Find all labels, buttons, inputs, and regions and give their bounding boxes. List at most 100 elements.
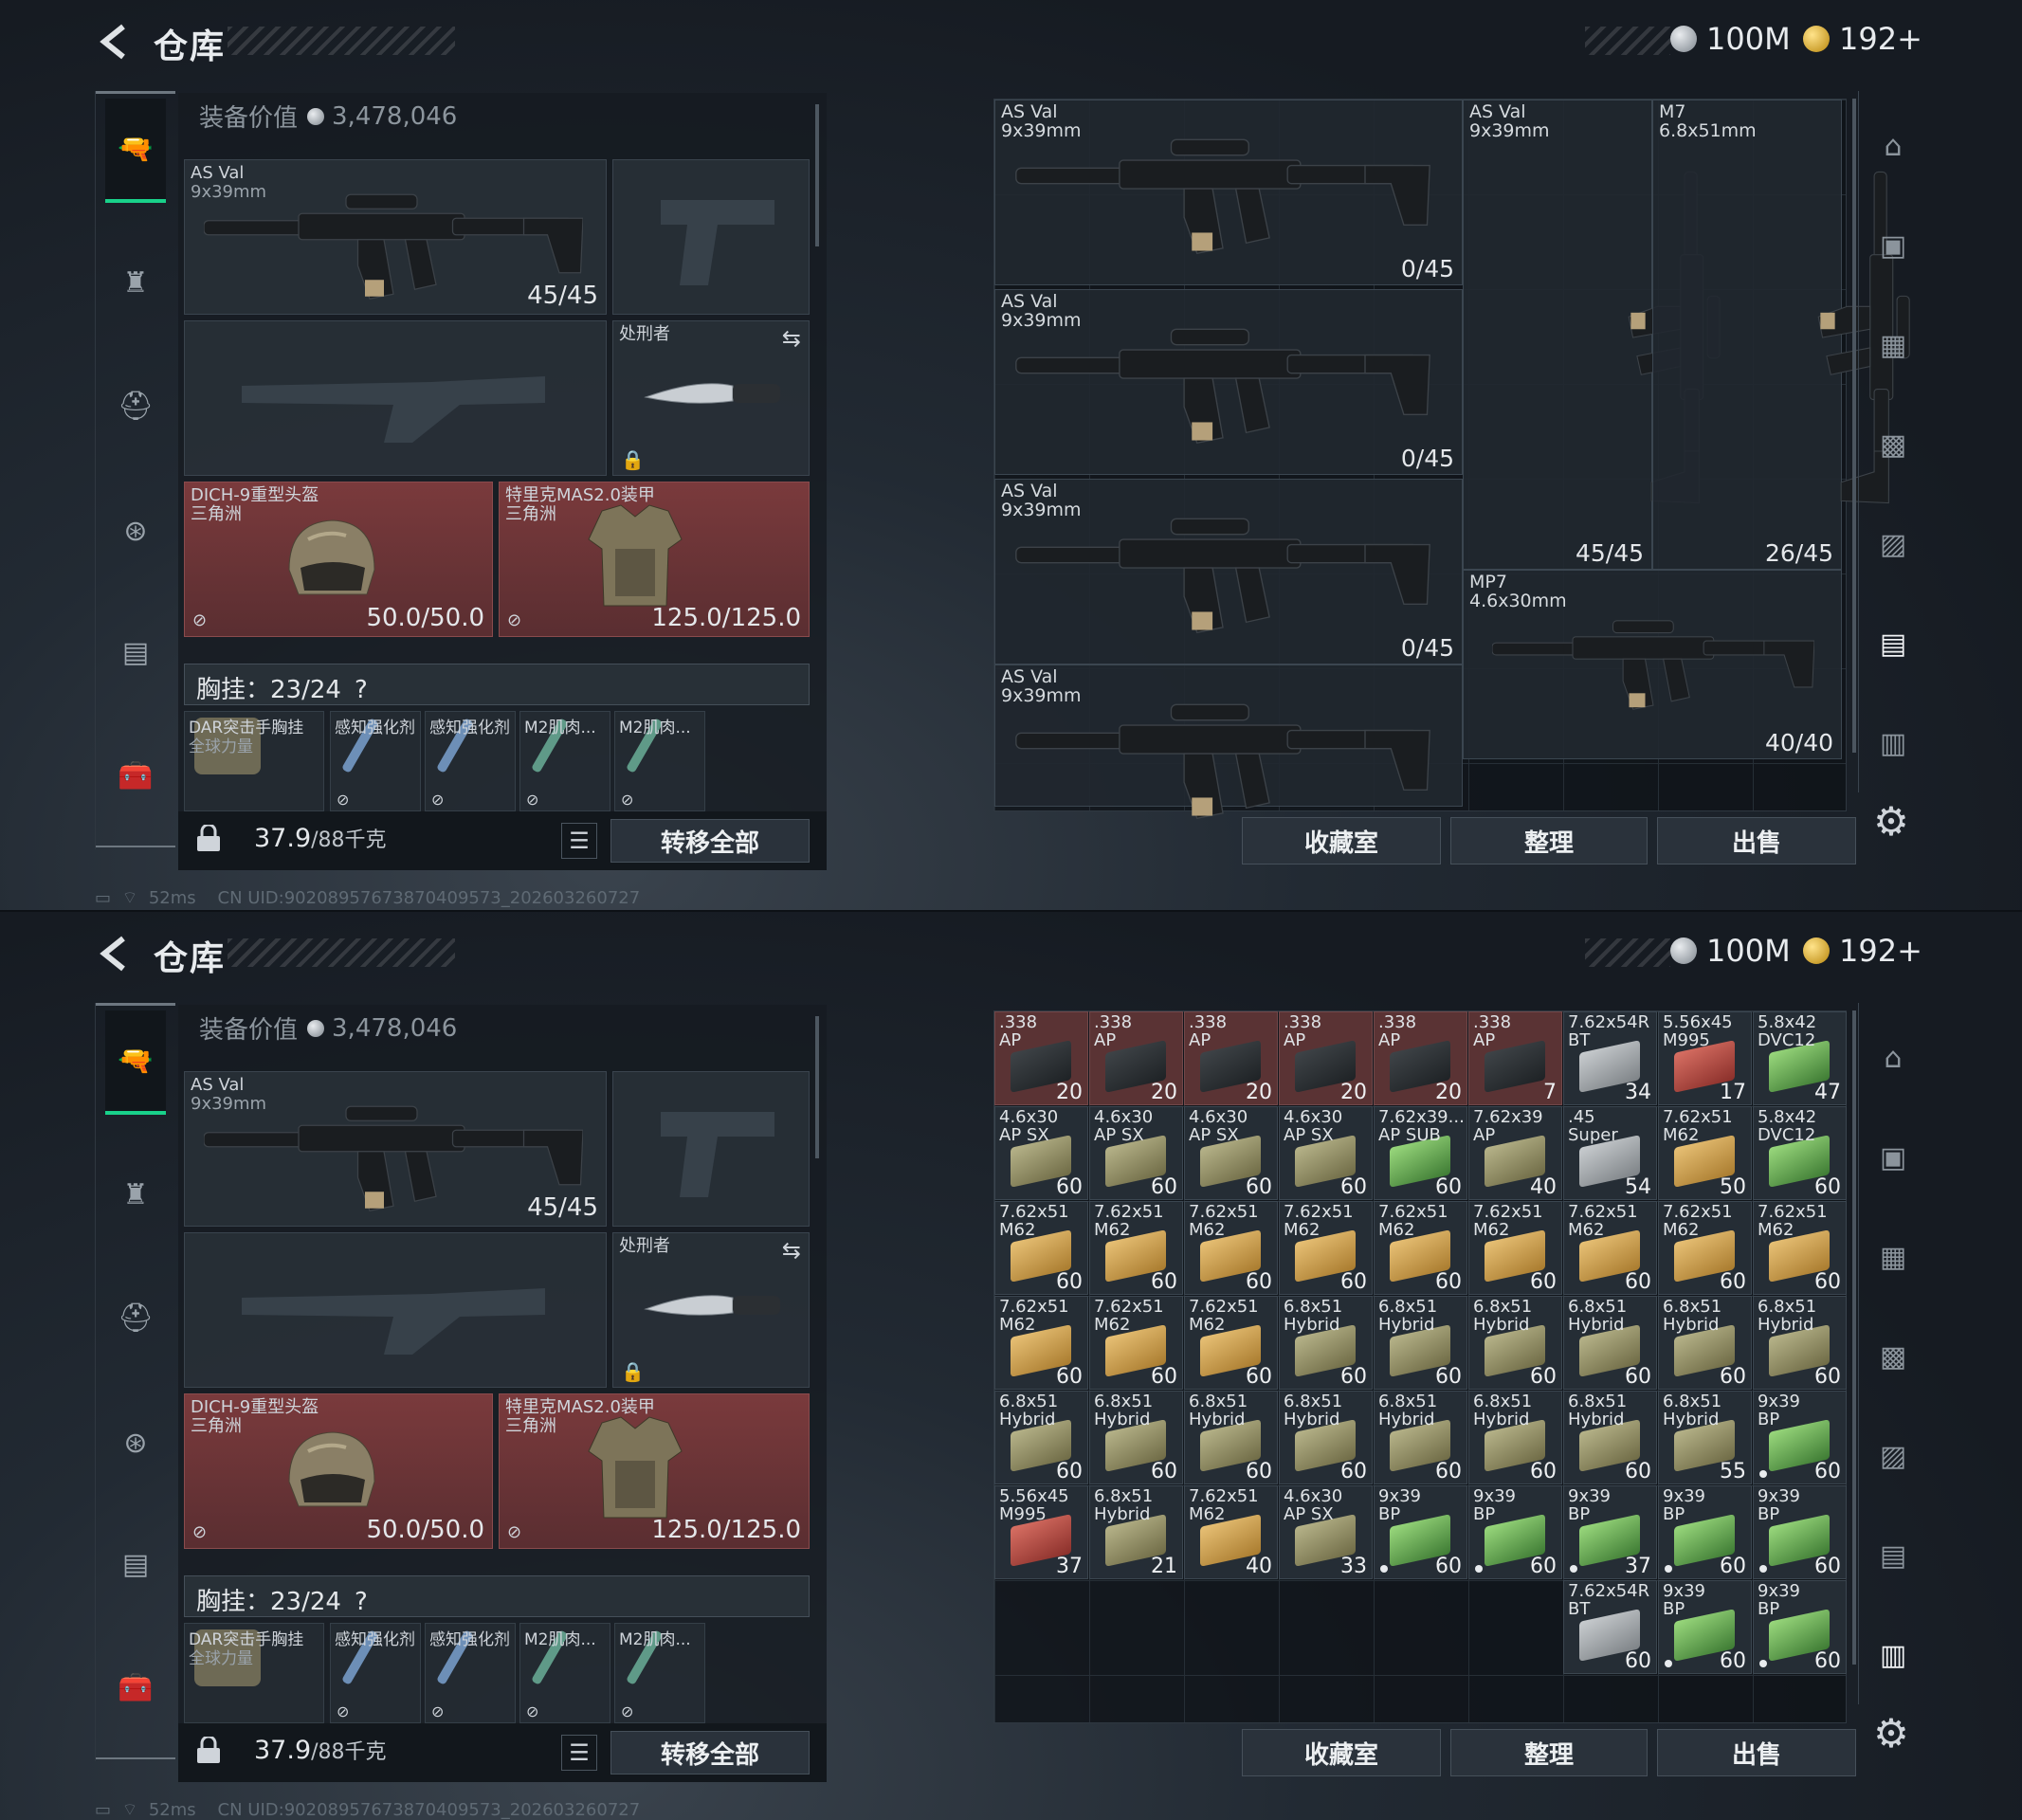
ammo-stack[interactable]: 7.62x51 M62 60 — [1184, 1296, 1278, 1390]
back-button[interactable] — [95, 933, 133, 974]
stash-tab[interactable]: ▤ — [1867, 1529, 1920, 1582]
stash-weapon[interactable]: AS Val 9x39mm 0/45 — [994, 289, 1463, 475]
ammo-stack[interactable]: 6.8x51 Hybrid 60 — [1089, 1391, 1183, 1484]
sidebar-tab-weapon[interactable]: 🔫 — [105, 1010, 166, 1115]
secondary-weapon-slot-empty[interactable] — [184, 1232, 607, 1388]
ammo-stack[interactable]: 7.62x51 M62 50 — [1658, 1106, 1752, 1200]
chest-rig-item[interactable]: 感知强化剂 ⊘ — [330, 711, 421, 811]
sidebar-tab-tactical-vest[interactable]: ♜ — [105, 252, 166, 313]
sidebar-tab-helmet-tab[interactable]: ⛑ — [105, 1287, 166, 1348]
armor-slot[interactable]: 特里克MAS2.0装甲 三角洲 ⊘ 125.0/125.0 — [499, 1393, 810, 1549]
chest-rig-item[interactable]: DAR突击手胸挂 全球力量 — [184, 711, 324, 811]
chest-rig-item[interactable]: M2肌肉... ⊘ — [614, 1623, 705, 1723]
settings-gear-icon[interactable]: ⚙ — [1867, 1710, 1915, 1757]
ammo-stack[interactable]: 5.8x42 DVC12 60 — [1753, 1106, 1847, 1200]
ammo-stack[interactable]: 6.8x51 Hybrid 60 — [1374, 1391, 1467, 1484]
gold-currency[interactable]: 192+ — [1803, 933, 1922, 969]
scrollbar[interactable] — [815, 1016, 819, 1158]
ammo-stack[interactable]: 7.62x39 AP 40 — [1468, 1106, 1562, 1200]
stash-tab[interactable]: ▤ — [1867, 617, 1920, 670]
ammo-stack[interactable]: 7.62x54R BT 60 — [1563, 1580, 1657, 1674]
ammo-stack[interactable]: 5.56x45 M995 37 — [994, 1485, 1088, 1579]
ammo-stack[interactable]: 9x39 BP 60 — [1658, 1485, 1752, 1579]
ammo-stack[interactable]: 9x39 BP 60 — [1753, 1580, 1847, 1674]
scrollbar[interactable] — [815, 104, 819, 246]
swap-icon[interactable]: ⇆ — [782, 1237, 801, 1264]
sidebar-tab-tactical-vest[interactable]: ♜ — [105, 1164, 166, 1225]
ammo-stack[interactable]: 9x39 BP 60 — [1753, 1391, 1847, 1484]
stash-weapon[interactable]: AS Val 9x39mm 45/45 — [1463, 100, 1721, 570]
sidebar-tab-backpack[interactable]: ⊛ — [105, 500, 166, 561]
ammo-stack[interactable]: 4.6x30 AP SX 60 — [1279, 1106, 1373, 1200]
stash-tab[interactable]: ▦ — [1867, 318, 1920, 372]
stash-tab[interactable]: ▩ — [1867, 418, 1920, 471]
ammo-stack[interactable]: 5.8x42 DVC12 47 — [1753, 1011, 1847, 1105]
chest-rig-item[interactable]: 感知强化剂 ⊘ — [330, 1623, 421, 1723]
help-icon[interactable]: ? — [355, 676, 368, 704]
ammo-stack[interactable]: 6.8x51 Hybrid 60 — [1468, 1296, 1562, 1390]
ammo-stack[interactable]: 7.62x51 M62 60 — [1089, 1201, 1183, 1295]
list-view-button[interactable]: ☰ — [561, 1735, 597, 1771]
stash-weapon[interactable]: AS Val 9x39mm 0/45 — [994, 100, 1463, 285]
silver-currency[interactable]: 100M — [1670, 933, 1791, 969]
ammo-stack[interactable]: 7.62x39... AP SUB 60 — [1374, 1106, 1467, 1200]
sidebar-tab-backpack[interactable]: ⊛ — [105, 1412, 166, 1473]
secondary-weapon-slot-empty[interactable] — [184, 320, 607, 476]
ammo-stack[interactable]: 6.8x51 Hybrid 60 — [1658, 1296, 1752, 1390]
transfer-all-button[interactable]: 转移全部 — [610, 1731, 810, 1774]
sidebar-tab-helmet-tab[interactable]: ⛑ — [105, 375, 166, 436]
melee-slot[interactable]: 处刑者 ⇆ 🔒 — [612, 320, 810, 476]
ammo-stack[interactable]: 9x39 BP 60 — [1468, 1485, 1562, 1579]
ammo-stack[interactable]: 7.62x51 M62 60 — [1184, 1201, 1278, 1295]
ammo-stack[interactable]: 6.8x51 Hybrid 60 — [1279, 1296, 1373, 1390]
stash-tab[interactable]: ▥ — [1867, 1629, 1920, 1682]
ammo-stack[interactable]: 7.62x51 M62 60 — [994, 1296, 1088, 1390]
stash-scrollbar[interactable] — [1852, 1010, 1856, 1665]
ammo-stack[interactable]: 7.62x51 M62 60 — [1089, 1296, 1183, 1390]
helmet-slot[interactable]: DICH-9重型头盔 三角洲 ⊘ 50.0/50.0 — [184, 482, 493, 637]
primary-weapon-slot[interactable]: AS Val 9x39mm 45/45 — [184, 159, 607, 315]
ammo-stack[interactable]: 6.8x51 Hybrid 21 — [1089, 1485, 1183, 1579]
ammo-stack[interactable]: .45 Super 54 — [1563, 1106, 1657, 1200]
ammo-stack[interactable]: .338 AP 20 — [1374, 1011, 1467, 1105]
stash-tab[interactable]: ▩ — [1867, 1330, 1920, 1383]
stash-scrollbar[interactable] — [1852, 99, 1856, 753]
ammo-stack[interactable]: 7.62x54R BT 34 — [1563, 1011, 1657, 1105]
ammo-stack[interactable]: 6.8x51 Hybrid 60 — [1563, 1391, 1657, 1484]
ammo-stack[interactable]: 6.8x51 Hybrid 60 — [994, 1391, 1088, 1484]
ammo-stack[interactable]: 9x39 BP 60 — [1374, 1485, 1467, 1579]
ammo-stack[interactable]: 6.8x51 Hybrid 60 — [1184, 1391, 1278, 1484]
chest-rig-item[interactable]: DAR突击手胸挂 全球力量 — [184, 1623, 324, 1723]
stash-weapon[interactable]: MP7 4.6x30mm 40/40 — [1463, 570, 1842, 759]
ammo-stack[interactable]: 4.6x30 AP SX 60 — [1089, 1106, 1183, 1200]
sidebar-tab-toolbox[interactable]: 🧰 — [105, 745, 166, 806]
swap-icon[interactable]: ⇆ — [782, 325, 801, 352]
sidebar-tab-container[interactable]: ▤ — [105, 1534, 166, 1594]
ammo-stack[interactable]: .338 AP 7 — [1468, 1011, 1562, 1105]
sidebar-tab-toolbox[interactable]: 🧰 — [105, 1657, 166, 1718]
ammo-stack[interactable]: 7.62x51 M62 60 — [1563, 1201, 1657, 1295]
armor-slot[interactable]: 特里克MAS2.0装甲 三角洲 ⊘ 125.0/125.0 — [499, 482, 810, 637]
sell-button[interactable]: 出售 — [1657, 817, 1856, 864]
ammo-stack[interactable]: 4.6x30 AP SX 60 — [1184, 1106, 1278, 1200]
sidebar-tab-weapon[interactable]: 🔫 — [105, 99, 166, 203]
ammo-stack[interactable]: .338 AP 20 — [1089, 1011, 1183, 1105]
ammo-stack[interactable]: 7.62x51 M62 60 — [1753, 1201, 1847, 1295]
chest-rig-item[interactable]: 感知强化剂 ⊘ — [425, 711, 516, 811]
ammo-stack[interactable]: 7.62x51 M62 60 — [994, 1201, 1088, 1295]
ammo-stack[interactable]: 7.62x51 M62 60 — [1374, 1201, 1467, 1295]
stash-tab[interactable]: ⌂ — [1867, 119, 1920, 173]
pistol-slot-empty[interactable] — [612, 1071, 810, 1227]
ammo-stack[interactable]: 7.62x51 M62 60 — [1468, 1201, 1562, 1295]
helmet-slot[interactable]: DICH-9重型头盔 三角洲 ⊘ 50.0/50.0 — [184, 1393, 493, 1549]
chest-rig-item[interactable]: 感知强化剂 ⊘ — [425, 1623, 516, 1723]
back-button[interactable] — [95, 21, 133, 63]
chest-rig-item[interactable]: M2肌肉... ⊘ — [614, 711, 705, 811]
ammo-stack[interactable]: 4.6x30 AP SX 33 — [1279, 1485, 1373, 1579]
pistol-slot-empty[interactable] — [612, 159, 810, 315]
sort-button[interactable]: 整理 — [1450, 817, 1648, 864]
stash-tab[interactable]: ▣ — [1867, 1131, 1920, 1184]
chest-rig-item[interactable]: M2肌肉... ⊘ — [519, 711, 610, 811]
collection-button[interactable]: 收藏室 — [1242, 817, 1441, 864]
primary-weapon-slot[interactable]: AS Val 9x39mm 45/45 — [184, 1071, 607, 1227]
